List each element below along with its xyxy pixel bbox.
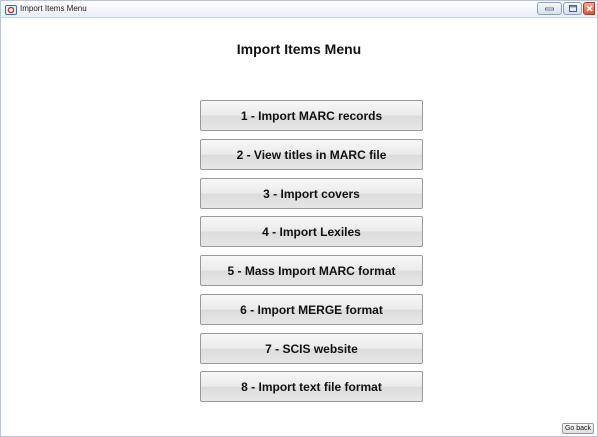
import-lexiles-button[interactable]: 4 - Import Lexiles [200, 216, 423, 247]
maximize-button[interactable] [563, 2, 582, 15]
app-window: Import Items Menu Import Items Menu 1 - … [0, 0, 598, 437]
page-title: Import Items Menu [236, 41, 362, 57]
window-title: Import Items Menu [20, 4, 87, 13]
import-marc-records-button[interactable]: 1 - Import MARC records [200, 100, 423, 131]
import-merge-button[interactable]: 6 - Import MERGE format [200, 294, 423, 325]
scis-website-button[interactable]: 7 - SCIS website [200, 333, 423, 364]
maximize-icon [568, 5, 577, 12]
window-controls [536, 2, 595, 15]
minimize-icon [545, 7, 554, 11]
title-bar[interactable]: Import Items Menu [1, 1, 597, 18]
close-button[interactable] [583, 2, 595, 15]
minimize-button[interactable] [537, 2, 562, 15]
import-text-file-button[interactable]: 8 - Import text file format [200, 371, 423, 402]
app-icon [5, 3, 17, 15]
close-icon [586, 5, 592, 12]
import-covers-button[interactable]: 3 - Import covers [200, 178, 423, 209]
go-back-button[interactable]: Go back [562, 423, 594, 434]
mass-import-marc-button[interactable]: 5 - Mass Import MARC format [200, 255, 423, 286]
view-titles-marc-button[interactable]: 2 - View titles in MARC file [200, 139, 423, 170]
